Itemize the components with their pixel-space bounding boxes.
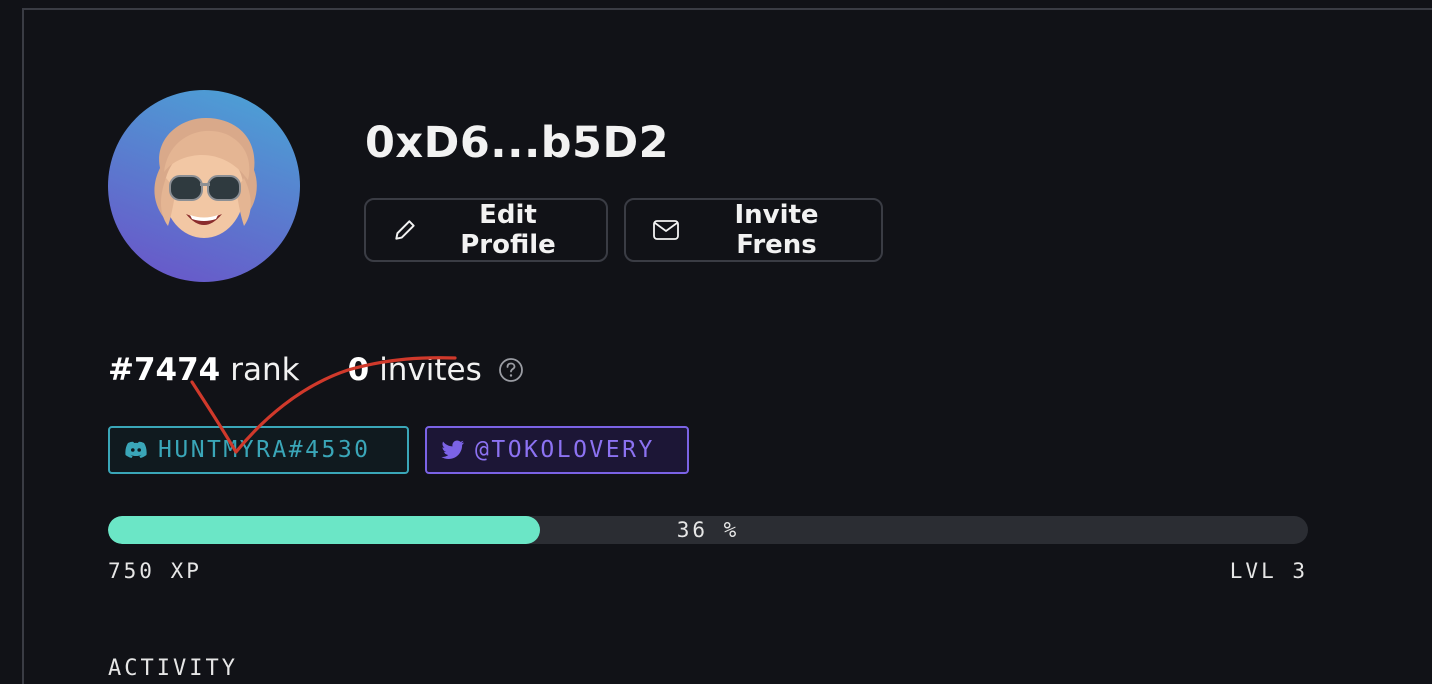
activity-heading: ACTIVITY [108,656,238,681]
profile-stats: #7474 rank 0 invites [108,348,524,392]
xp-progress-bar: 36 % [108,516,1308,544]
memoji-avatar-icon [154,118,257,238]
twitter-handle: @TOKOLOVERY [475,437,655,463]
invites-label: invites [379,352,482,388]
left-divider [22,8,24,684]
xp-amount: 750 XP [108,559,202,583]
help-icon[interactable] [498,357,524,383]
xp-progress-percent: 36 % [676,518,740,542]
discord-handle: HUNTMYRA#4530 [158,437,371,463]
mail-icon [653,220,679,240]
rank-value: #7474 [108,352,221,388]
level-label: LVL 3 [1229,559,1308,583]
twitter-bird-icon [441,440,464,459]
profile-username: 0xD6...b5D2 [365,118,670,168]
invites-value: 0 [347,352,370,388]
discord-badge[interactable]: HUNTMYRA#4530 [108,426,409,474]
invite-frens-label: Invite Frens [734,200,819,260]
invite-frens-button[interactable]: Invite Frens [624,198,883,262]
edit-profile-button[interactable]: Edit Profile [364,198,608,262]
avatar[interactable] [108,90,300,282]
pencil-icon [395,220,415,240]
edit-profile-label: Edit Profile [460,200,556,260]
twitter-badge[interactable]: @TOKOLOVERY [425,426,689,474]
discord-icon [125,441,147,458]
top-divider [22,8,1432,10]
rank-label: rank [230,352,300,388]
